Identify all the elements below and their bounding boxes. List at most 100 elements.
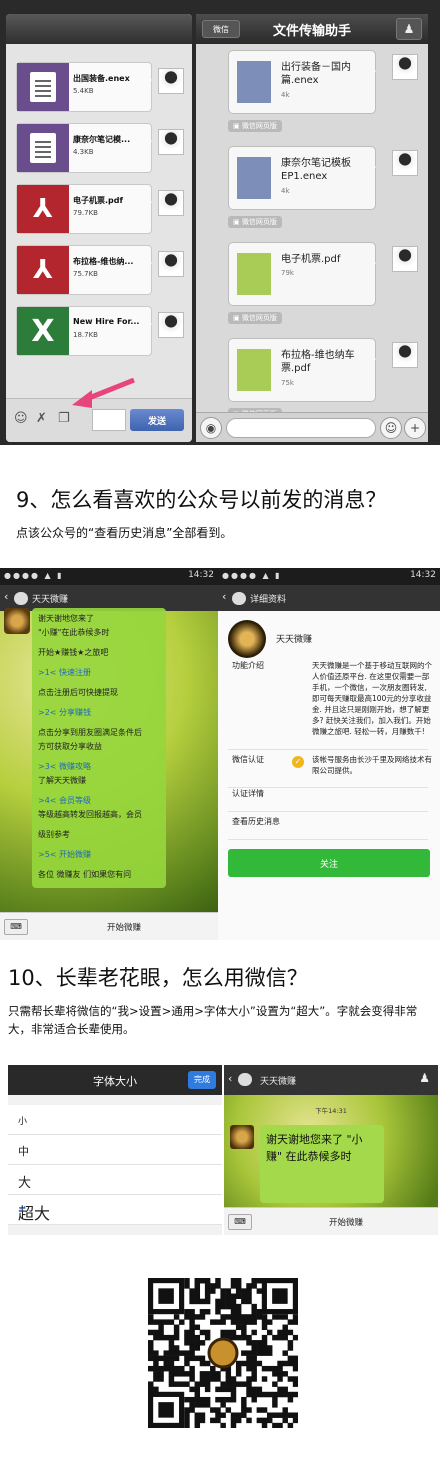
account-avatar[interactable] — [4, 608, 30, 634]
message-line: 等级越高转发回报越高，会员 — [38, 810, 142, 819]
message-line: 各位 微赚友 们如果您有问 — [38, 870, 132, 879]
keyboard-icon[interactable]: ⌨ — [4, 919, 28, 935]
file-name: 康奈尔笔记模... — [73, 135, 131, 144]
start-earning-menu[interactable]: 开始微赚 — [254, 1216, 438, 1228]
status-time: 14:32 — [188, 570, 214, 580]
file-card[interactable]: ⅄ 电子机票.pdf 79.7KB — [16, 184, 152, 234]
emoji-icon[interactable]: ☺ — [14, 411, 28, 426]
message-line: 开始★赚钱★之旅吧 — [38, 648, 109, 657]
account-profile: ●●●● ▲ ▮ 14:32 ‹ 详细资料 天天微赚 功能介绍 天天微赚是一个基… — [218, 568, 440, 940]
chat-bottom-bar: ⌨ 开始微赚 — [0, 912, 218, 940]
avatar[interactable] — [158, 190, 184, 216]
follow-button[interactable]: 关注 — [228, 849, 430, 877]
avatar[interactable] — [392, 150, 418, 176]
status-icons: ●●●● ▲ ▮ — [222, 571, 282, 580]
clear-icon[interactable]: ✗ — [36, 411, 47, 426]
back-icon[interactable]: ‹ — [228, 1072, 232, 1085]
chat-header: 微信 文件传输助手 ♟ — [196, 14, 428, 44]
message-input[interactable] — [226, 418, 376, 438]
intro-row: 功能介绍 天天微赚是一个基于移动互联网的个人价值还原平台. 在这里仅需要一部手机… — [228, 660, 432, 750]
profile-title: 详细资料 — [250, 595, 287, 605]
tip10-heading: 10、长辈老花眼，怎么用微信？ — [8, 966, 308, 990]
file-card[interactable]: X New Hire For... 18.7KB — [16, 306, 152, 356]
cert-detail-label: 认证详情 — [232, 789, 264, 798]
tip9-subtitle: 点该公众号的“查看历史消息”全部看到。 — [16, 526, 233, 540]
file-name: 康奈尔笔记模板EP1.enex — [281, 158, 351, 182]
avatar[interactable] — [158, 68, 184, 94]
file-transfer-chat: 微信 文件传输助手 ♟ 出行装备－国内篇.enex 4k ▣ 微信网页版 康奈尔笔记模… — [196, 14, 428, 442]
font-size-label: 小 — [18, 1117, 28, 1128]
file-name: 出行装备－国内篇.enex — [281, 62, 351, 86]
back-icon[interactable]: ‹ — [4, 590, 8, 603]
font-size-header: 字体大小 完成 — [8, 1065, 222, 1095]
file-name: 布拉格-维也纳... — [73, 257, 134, 266]
file-card[interactable]: 康奈尔笔记模... 4.3KB — [16, 123, 152, 173]
account-avatar[interactable] — [230, 1125, 254, 1149]
avatar[interactable] — [392, 54, 418, 80]
emoji-icon[interactable]: ☺ — [380, 417, 402, 439]
file-size: 5.4KB — [73, 87, 94, 95]
message-line: 了解天天微赚 — [38, 776, 86, 785]
font-size-option[interactable]: 超大 ✓ — [8, 1195, 222, 1225]
file-card[interactable]: ⅄ 布拉格-维也纳... 75.7KB — [16, 245, 152, 295]
file-size: 4.3KB — [73, 148, 94, 156]
font-size-option[interactable]: 小 — [8, 1105, 222, 1135]
file-size: 18.7KB — [73, 331, 98, 339]
cert-text: 该帐号服务由长沙千里及网络技术有限公司提供。 — [312, 755, 432, 775]
pdf-file-icon — [237, 253, 271, 295]
plus-icon[interactable]: + — [404, 417, 426, 439]
official-account-chat: ●●●● ▲ ▮ 14:32 ‹ 天天微赚 谢天谢地您来了 "小赚"在此恭候多时开… — [0, 568, 218, 940]
document-file-icon — [237, 61, 271, 103]
view-history-label: 查看历史消息 — [232, 817, 280, 826]
document-icon — [30, 72, 56, 102]
font-size-option[interactable]: 大 — [8, 1165, 222, 1195]
send-button[interactable]: 发送 — [130, 409, 184, 431]
done-button[interactable]: 完成 — [188, 1071, 216, 1089]
file-card[interactable]: 出国装备.enex 5.4KB — [16, 62, 152, 112]
file-message[interactable]: 出行装备－国内篇.enex 4k — [228, 50, 376, 114]
file-message[interactable]: 康奈尔笔记模板EP1.enex 4k — [228, 146, 376, 210]
tip9-heading: 9、怎么看喜欢的公众号以前发的消息？ — [16, 488, 387, 512]
file-size: 4k — [281, 91, 290, 99]
profile-nav-bar: ‹ 详细资料 — [218, 585, 440, 611]
qr-code-icon — [148, 1278, 298, 1428]
file-size: 79k — [281, 269, 294, 277]
pdf-icon: ⅄ — [33, 194, 53, 224]
file-name: New Hire For... — [73, 317, 140, 326]
large-font-chat-preview: ‹ 天天微赚 ♟ 下午14:31 谢天谢地您来了 "小赚" 在此恭候多时 ⌨ 开… — [224, 1065, 438, 1235]
message-line: 谢天谢地您来了 — [38, 614, 94, 623]
message-line: >1< 快速注册 — [38, 668, 92, 677]
voice-icon[interactable]: ◉ — [200, 417, 222, 439]
back-icon[interactable]: ‹ — [222, 590, 226, 603]
view-history-row[interactable]: 查看历史消息 — [228, 816, 428, 840]
avatar[interactable] — [158, 129, 184, 155]
font-size-option[interactable]: 中 — [8, 1135, 222, 1165]
cert-detail-row[interactable]: 认证详情 — [228, 788, 428, 812]
intro-label: 功能介绍 — [232, 661, 264, 670]
chat-title: 天天微赚 — [32, 595, 69, 605]
chat-nav-bar: ‹ 天天微赚 ♟ — [224, 1065, 438, 1095]
web-version-tag: ▣ 微信网页版 — [228, 216, 282, 228]
avatar[interactable] — [158, 312, 184, 338]
file-picker-header — [6, 14, 192, 44]
message-time: 下午14:31 — [315, 1107, 347, 1115]
avatar[interactable] — [392, 342, 418, 368]
user-icon[interactable]: ♟ — [419, 1071, 430, 1085]
file-message[interactable]: 电子机票.pdf 79k — [228, 242, 376, 306]
tip10-subtitle: 只需帮长辈将微信的“我>设置>通用>字体大小”设置为“超大”。字就会变得非常大，… — [8, 1004, 418, 1036]
file-size: 4k — [281, 187, 290, 195]
file-icon[interactable]: ❐ — [58, 411, 70, 426]
keyboard-icon[interactable]: ⌨ — [228, 1214, 252, 1230]
message-line: >3< 微赚攻略 — [38, 762, 92, 771]
message-input[interactable] — [92, 409, 126, 431]
message-line: 点击注册后可快捷提现 — [38, 688, 118, 697]
file-size: 75k — [281, 379, 294, 387]
user-icon[interactable]: ♟ — [396, 18, 422, 40]
avatar[interactable] — [392, 246, 418, 272]
start-earning-menu[interactable]: 开始微赚 — [30, 921, 218, 933]
chat-input-bar: ◉ ☺ + — [196, 412, 428, 442]
message-line: >5< 开始微赚 — [38, 850, 92, 859]
file-message[interactable]: 布拉格-维也纳车票.pdf 75k — [228, 338, 376, 402]
avatar[interactable] — [158, 251, 184, 277]
chat-title: 天天微赚 — [260, 1077, 297, 1087]
